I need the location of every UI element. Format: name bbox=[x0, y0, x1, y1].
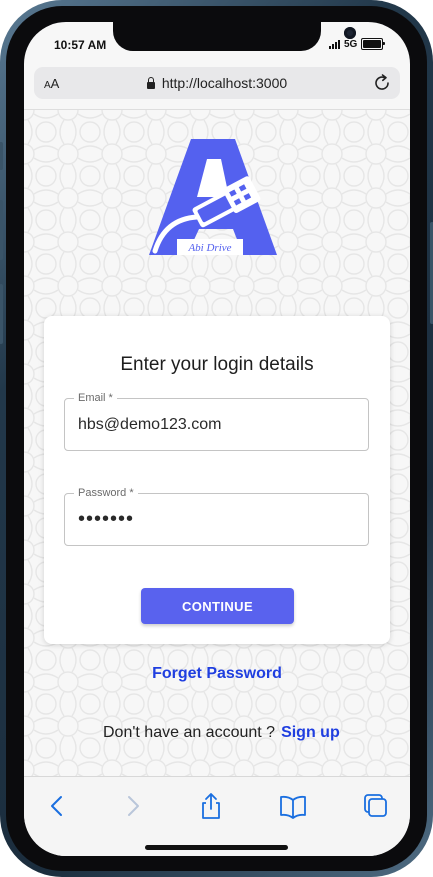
forget-password-link[interactable]: Forget Password bbox=[24, 665, 410, 683]
mute-switch bbox=[0, 142, 3, 170]
tabs-icon[interactable] bbox=[360, 791, 390, 821]
home-indicator[interactable] bbox=[145, 845, 288, 850]
battery-icon bbox=[361, 38, 386, 50]
network-type: 5G bbox=[344, 38, 358, 50]
signal-icon bbox=[329, 39, 340, 49]
logo-text: Abi Drive bbox=[187, 242, 231, 254]
bookmarks-icon[interactable] bbox=[278, 791, 308, 821]
password-field[interactable]: Password * ••••••• bbox=[64, 486, 369, 546]
forward-icon[interactable] bbox=[118, 791, 148, 821]
address-bar-divider bbox=[24, 109, 410, 110]
reload-icon[interactable] bbox=[372, 73, 392, 93]
address-bar[interactable]: AA http://localhost:3000 bbox=[34, 67, 400, 99]
abi-drive-logo: Abi Drive bbox=[149, 139, 277, 255]
password-label: Password * bbox=[74, 486, 138, 500]
screen: 10:57 AM 5G AA http://localhost:3000 Abi… bbox=[24, 22, 410, 856]
login-title: Enter your login details bbox=[120, 354, 314, 375]
email-field[interactable]: Email * hbs@demo123.com bbox=[64, 391, 369, 451]
phone-frame: 10:57 AM 5G AA http://localhost:3000 Abi… bbox=[0, 0, 433, 877]
browser-toolbar bbox=[24, 776, 410, 856]
notch bbox=[113, 22, 356, 51]
login-card: Enter your login details Email * hbs@dem… bbox=[44, 316, 390, 644]
signup-prompt: Don't have an account ? bbox=[103, 724, 276, 741]
signup-link[interactable]: Sign up bbox=[281, 724, 340, 741]
continue-button[interactable]: CONTINUE bbox=[141, 588, 294, 624]
status-indicators: 5G bbox=[329, 38, 386, 50]
email-value: hbs@demo123.com bbox=[78, 416, 222, 433]
email-label: Email * bbox=[74, 391, 117, 405]
share-icon[interactable] bbox=[196, 791, 226, 821]
volume-up-button bbox=[0, 200, 3, 260]
volume-down-button bbox=[0, 284, 3, 344]
lock-icon bbox=[146, 77, 155, 89]
back-icon[interactable] bbox=[42, 791, 72, 821]
url-text: http://localhost:3000 bbox=[161, 75, 288, 91]
status-time: 10:57 AM bbox=[54, 38, 107, 52]
signup-row: Don't have an account ? Sign up bbox=[103, 724, 340, 742]
url-display[interactable]: http://localhost:3000 bbox=[34, 75, 400, 91]
password-value: ••••••• bbox=[78, 508, 135, 530]
